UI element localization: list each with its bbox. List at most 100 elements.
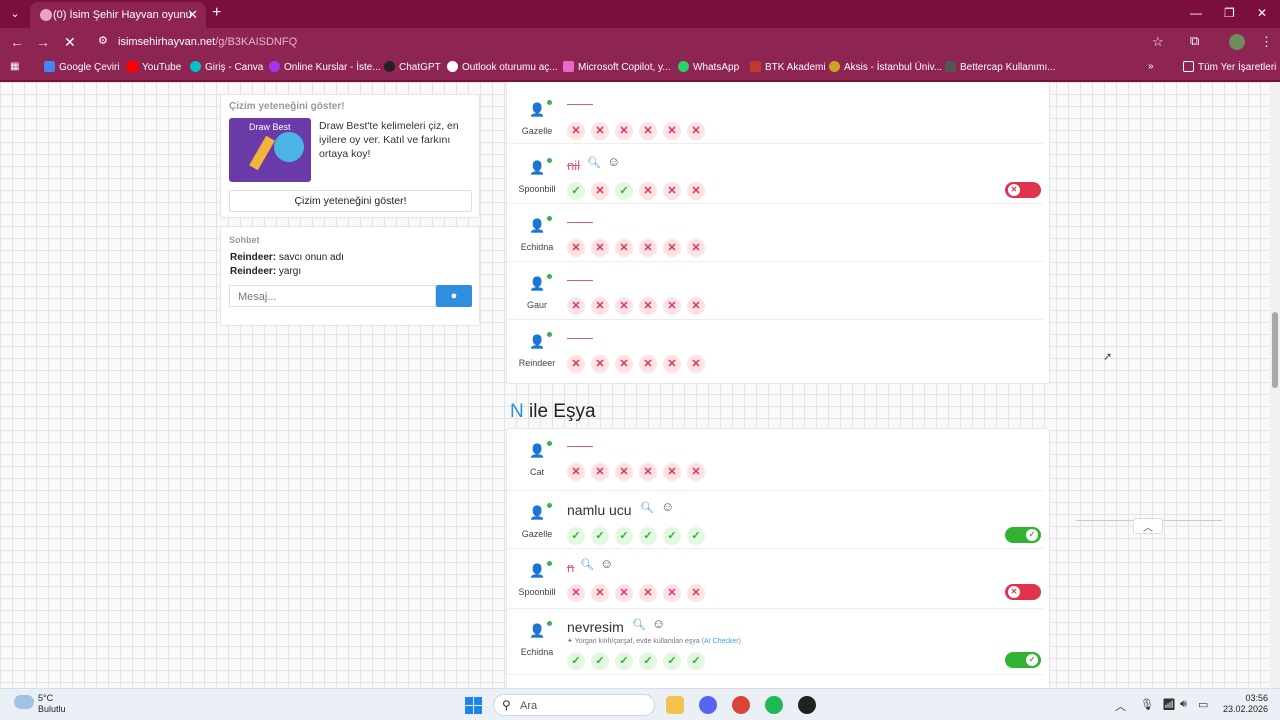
emoji-icon[interactable]: ☺ [600, 556, 613, 571]
app-icon[interactable] [798, 696, 816, 714]
reject-mark[interactable]: ✕ [687, 182, 705, 200]
accept-mark[interactable]: ✓ [591, 527, 609, 545]
accept-mark[interactable]: ✓ [663, 527, 681, 545]
new-tab-icon[interactable]: + [212, 4, 221, 22]
spotify-icon[interactable] [765, 696, 783, 714]
emoji-icon[interactable]: ☺ [661, 499, 674, 514]
reject-mark[interactable]: ✕ [591, 239, 609, 257]
reject-mark[interactable]: ✕ [591, 355, 609, 373]
reject-mark[interactable]: ✕ [687, 297, 705, 315]
reject-mark[interactable]: ✕ [687, 122, 705, 140]
reject-mark[interactable]: ✕ [567, 584, 585, 602]
reject-mark[interactable]: ✕ [591, 182, 609, 200]
volume-icon[interactable]: 🔊︎ [1180, 698, 1187, 711]
back-icon[interactable]: ← [10, 34, 24, 50]
bookmark-star-icon[interactable]: ☆ [1152, 34, 1164, 50]
wifi-icon[interactable]: 📶︎ [1162, 698, 1176, 711]
reject-mark[interactable]: ✕ [663, 182, 681, 200]
tab-search-icon[interactable]: ⌄ [6, 5, 24, 23]
accept-mark[interactable]: ✓ [567, 182, 585, 200]
accept-mark[interactable]: ✓ [615, 652, 633, 670]
reject-mark[interactable]: ✕ [591, 297, 609, 315]
reject-mark[interactable]: ✕ [567, 297, 585, 315]
accept-mark[interactable]: ✓ [567, 652, 585, 670]
scroll-up-button[interactable]: ︿ [1133, 518, 1163, 534]
reject-mark[interactable]: ✕ [663, 239, 681, 257]
reject-mark[interactable]: ✕ [663, 122, 681, 140]
discord-icon[interactable] [699, 696, 717, 714]
search-icon[interactable]: 🔍︎ [632, 618, 646, 631]
accept-mark[interactable]: ✓ [615, 182, 633, 200]
minimize-icon[interactable]: — [1190, 6, 1202, 20]
vote-toggle[interactable]: ✓ [1005, 652, 1041, 668]
search-icon[interactable]: 🔍︎ [580, 558, 594, 571]
bookmark-youtube[interactable]: YouTube [127, 61, 181, 73]
extensions-icon[interactable]: ⧉ [1190, 33, 1199, 49]
draw-best-button[interactable]: Çizim yeteneğini göster! [229, 190, 472, 212]
bookmark-whatsapp[interactable]: WhatsApp [678, 61, 739, 73]
all-bookmarks[interactable]: Tüm Yer İşaretleri [1183, 61, 1276, 73]
reject-mark[interactable]: ✕ [687, 239, 705, 257]
reject-mark[interactable]: ✕ [663, 355, 681, 373]
active-tab[interactable]: (0) İsim Şehir Hayvan oyununa ... ✕ [30, 2, 206, 28]
reject-mark[interactable]: ✕ [615, 355, 633, 373]
restore-icon[interactable]: ❐ [1224, 6, 1235, 20]
draw-best-image[interactable]: Draw Best [229, 118, 311, 182]
reject-mark[interactable]: ✕ [639, 463, 657, 481]
reject-mark[interactable]: ✕ [663, 584, 681, 602]
accept-mark[interactable]: ✓ [615, 527, 633, 545]
reject-mark[interactable]: ✕ [615, 239, 633, 257]
reject-mark[interactable]: ✕ [591, 463, 609, 481]
reject-mark[interactable]: ✕ [639, 584, 657, 602]
reject-mark[interactable]: ✕ [567, 239, 585, 257]
reject-mark[interactable]: ✕ [639, 297, 657, 315]
scrollbar-thumb[interactable] [1272, 312, 1278, 388]
profile-avatar[interactable] [1229, 34, 1245, 50]
scrollbar[interactable] [1270, 82, 1280, 688]
accept-mark[interactable]: ✓ [663, 652, 681, 670]
bookmark-bettercap[interactable]: Bettercap Kullanımı... [945, 61, 1056, 73]
reject-mark[interactable]: ✕ [591, 584, 609, 602]
more-bookmarks-icon[interactable]: » [1148, 61, 1154, 72]
bookmark-online-kurslar[interactable]: Online Kurslar - İste... [269, 61, 381, 73]
bookmark-google-translate[interactable]: Google Çeviri [44, 61, 120, 73]
bookmark-chatgpt[interactable]: ChatGPT [384, 61, 441, 73]
chat-input[interactable]: Mesaj... [229, 285, 436, 307]
bookmark-btk[interactable]: BTK Akademi [750, 61, 826, 73]
reject-mark[interactable]: ✕ [591, 122, 609, 140]
file-explorer-icon[interactable] [666, 696, 684, 714]
reject-mark[interactable]: ✕ [615, 122, 633, 140]
apps-icon[interactable]: ▦ [10, 61, 19, 72]
menu-icon[interactable]: ⋮ [1260, 34, 1273, 50]
forward-icon[interactable]: → [36, 34, 50, 50]
accept-mark[interactable]: ✓ [687, 527, 705, 545]
cloud-icon[interactable] [14, 695, 34, 709]
reject-mark[interactable]: ✕ [567, 122, 585, 140]
accept-mark[interactable]: ✓ [687, 652, 705, 670]
vote-toggle[interactable]: ✓ [1005, 527, 1041, 543]
bookmark-copilot[interactable]: Microsoft Copilot, y... [563, 61, 671, 73]
microphone-icon[interactable]: 🎙︎ [1140, 698, 1154, 711]
site-settings-icon[interactable]: ⚙ [98, 34, 108, 47]
search-icon[interactable]: 🔍︎ [587, 156, 601, 169]
send-message-button[interactable]: ● [436, 285, 472, 307]
reject-mark[interactable]: ✕ [615, 584, 633, 602]
bookmark-aksis[interactable]: Aksis - İstanbul Üniv... [829, 61, 942, 73]
accept-mark[interactable]: ✓ [639, 652, 657, 670]
tab-close-icon[interactable]: ✕ [187, 7, 198, 23]
bookmark-outlook[interactable]: Outlook oturumu aç... [447, 61, 558, 73]
stop-loading-icon[interactable]: ✕ [64, 34, 76, 51]
vote-toggle[interactable]: ✕ [1005, 182, 1041, 198]
reject-mark[interactable]: ✕ [687, 584, 705, 602]
weather-widget[interactable]: 5°C Bulutlu [38, 693, 66, 715]
start-icon[interactable] [465, 697, 482, 714]
reject-mark[interactable]: ✕ [615, 297, 633, 315]
close-window-icon[interactable]: ✕ [1257, 6, 1267, 20]
accept-mark[interactable]: ✓ [591, 652, 609, 670]
search-icon[interactable]: 🔍︎ [640, 501, 654, 514]
reject-mark[interactable]: ✕ [567, 355, 585, 373]
accept-mark[interactable]: ✓ [567, 527, 585, 545]
reject-mark[interactable]: ✕ [687, 355, 705, 373]
accept-mark[interactable]: ✓ [639, 527, 657, 545]
reject-mark[interactable]: ✕ [687, 463, 705, 481]
